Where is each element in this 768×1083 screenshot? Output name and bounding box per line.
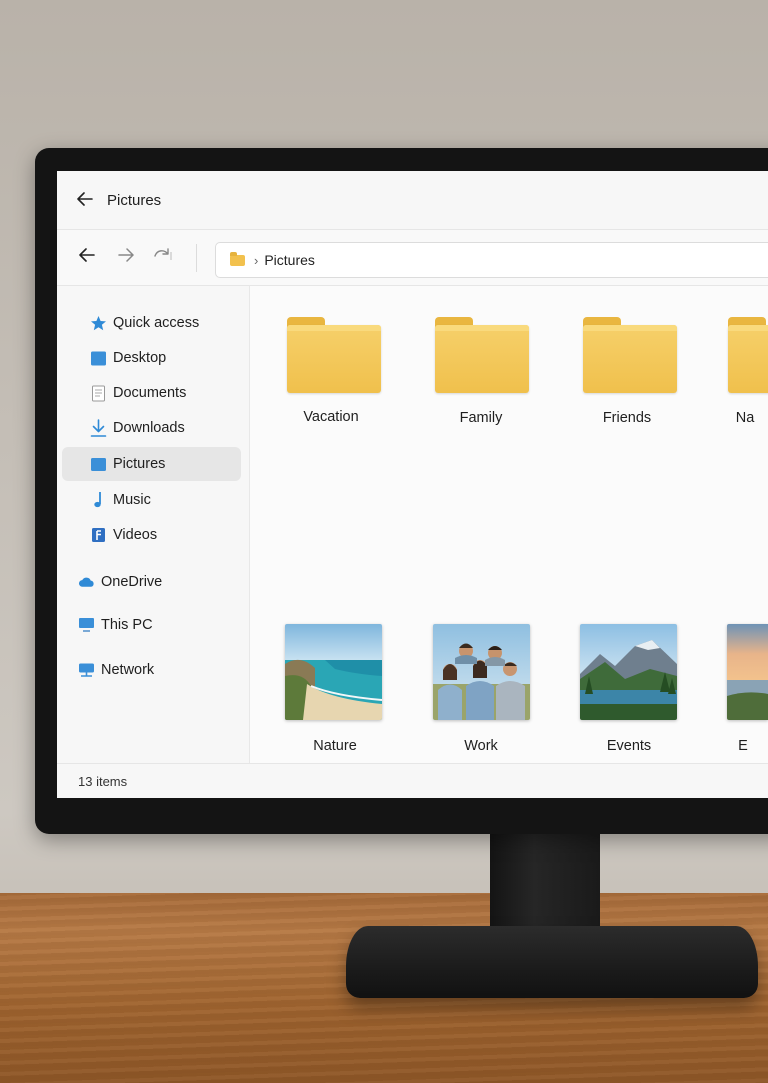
sidebar-item-label: Videos [113, 527, 158, 543]
document-icon [90, 385, 107, 402]
desktop-icon [90, 350, 107, 367]
status-bar: 13 items [57, 763, 768, 798]
photo-label: Nature [313, 738, 357, 754]
sidebar-item-videos[interactable]: Videos [62, 518, 241, 552]
sidebar-item-quick-access[interactable]: Quick access [62, 306, 241, 340]
photo-mountain-lake-thumbnail[interactable] [580, 624, 677, 720]
folder-icon [230, 251, 245, 266]
folder-icon [435, 317, 529, 393]
refresh-icon [154, 248, 172, 260]
folder-icon [728, 317, 768, 393]
navigation-pane: Quick access Desktop Documents Downloads… [57, 285, 250, 764]
sidebar-item-this-pc[interactable]: This PC [62, 608, 241, 642]
photo-group-thumbnail[interactable] [433, 624, 530, 720]
folder-partial[interactable]: Na [720, 317, 768, 435]
sidebar-item-documents[interactable]: Documents [62, 376, 241, 410]
photo-sunset-lake-thumbnail[interactable] [727, 624, 768, 720]
star-icon [90, 315, 107, 332]
chevron-right-icon: › [254, 252, 259, 268]
sidebar-item-label: This PC [101, 617, 153, 633]
sidebar-item-label: Downloads [113, 420, 185, 436]
sidebar-item-label: Pictures [113, 456, 166, 472]
sidebar-item-label: Music [113, 492, 151, 508]
toolbar-separator [196, 244, 197, 272]
photo-label: E [738, 738, 748, 754]
sidebar-item-label: Documents [113, 385, 187, 401]
music-icon [90, 492, 107, 509]
folder-label: Friends [602, 410, 652, 426]
sidebar-item-label: Network [101, 662, 155, 678]
title-back-icon[interactable] [77, 189, 99, 212]
photo-label: Work [464, 738, 498, 754]
folder-label: Vacation [303, 409, 359, 425]
download-icon [90, 418, 107, 437]
arrow-right-icon [118, 248, 134, 262]
breadcrumb-pictures[interactable]: Pictures [264, 252, 315, 268]
refresh-button[interactable] [153, 246, 173, 267]
videos-icon [90, 527, 107, 544]
forward-button[interactable] [118, 246, 134, 267]
sidebar-item-desktop[interactable]: Desktop [62, 341, 241, 375]
navigation-toolbar: › Pictures [57, 229, 768, 286]
sidebar-item-pictures[interactable]: Pictures [62, 447, 241, 481]
folder-icon [287, 317, 381, 393]
sidebar-item-label: Quick access [113, 315, 200, 331]
folder-label: Family [459, 410, 503, 426]
sidebar-item-label: OneDrive [101, 574, 163, 590]
folder-vacation[interactable]: Vacation [279, 317, 399, 435]
title-bar: Pictures [57, 171, 768, 229]
folder-icon [583, 317, 677, 393]
monitor-stand-base [346, 926, 758, 998]
pictures-icon [90, 456, 107, 473]
file-grid: Vacation Family Friends Na Nature Work E… [250, 285, 768, 798]
network-icon [78, 662, 95, 679]
photo-beach-thumbnail[interactable] [285, 624, 382, 720]
item-count: 13 items [78, 774, 128, 789]
photo-label: Events [606, 738, 652, 754]
arrow-left-icon [79, 248, 95, 262]
file-explorer-window: Pictures › Pictures Quick access Desktop… [57, 171, 768, 798]
sidebar-item-downloads[interactable]: Downloads [62, 411, 241, 445]
folder-label: Na [735, 410, 755, 426]
folder-friends[interactable]: Friends [575, 317, 695, 435]
sidebar-item-onedrive[interactable]: OneDrive [62, 565, 241, 599]
back-button[interactable] [79, 246, 95, 267]
folder-family[interactable]: Family [427, 317, 547, 435]
window-title: Pictures [107, 191, 162, 209]
sidebar-item-label: Desktop [113, 350, 167, 366]
address-bar[interactable]: › Pictures [215, 242, 768, 278]
monitor-icon [78, 617, 95, 634]
sidebar-item-music[interactable]: Music [62, 483, 241, 517]
sidebar-item-network[interactable]: Network [62, 653, 241, 687]
cloud-icon [78, 574, 95, 591]
